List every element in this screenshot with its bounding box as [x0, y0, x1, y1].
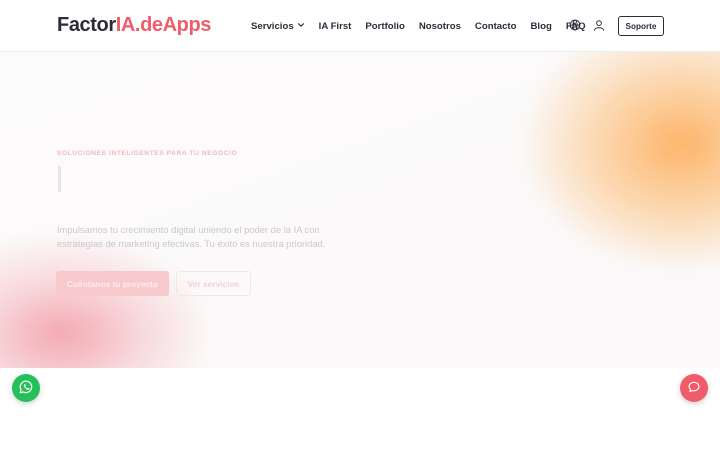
whatsapp-button[interactable]: [12, 374, 40, 402]
nav-item-servicios-label: Servicios: [251, 20, 294, 32]
chat-button[interactable]: [680, 374, 708, 402]
whatsapp-icon: [18, 379, 34, 398]
hero-description: Impulsamos tu crecimiento digital uniend…: [57, 224, 326, 249]
nav-item-nosotros[interactable]: Nosotros: [419, 21, 461, 32]
nav-item-blog[interactable]: Blog: [531, 21, 552, 32]
logo-text-primary: Factor: [57, 14, 116, 36]
chevron-down-icon: [297, 21, 305, 32]
nav-item-portfolio[interactable]: Portfolio: [365, 21, 404, 32]
hero-eyebrow: SOLUCIONES INTELIGENTES PARA TU NEGOCIO: [57, 150, 238, 157]
nav-item-contacto[interactable]: Contacto: [475, 21, 517, 32]
user-icon[interactable]: [593, 18, 607, 32]
site-logo[interactable]: FactorIA.deApps: [57, 14, 211, 37]
cta-project-button[interactable]: Cuéntanos tu proyecto: [56, 271, 169, 296]
chat-bubble-icon: [687, 380, 701, 397]
nav-item-ia-first[interactable]: IA First: [319, 21, 352, 32]
hero-section: SOLUCIONES INTELIGENTES PARA TU NEGOCIO …: [0, 52, 720, 368]
main-nav: Servicios IA First Portfolio Nosotros Co…: [251, 0, 600, 52]
logo-text-accent: IA.deApps: [115, 14, 212, 36]
site-header: FactorIA.deApps Servicios IA First Portf…: [0, 0, 720, 52]
nav-item-servicios[interactable]: Servicios: [251, 21, 305, 32]
hero-haze-overlay: [0, 52, 720, 368]
cta-services-button[interactable]: Ver servicios: [176, 271, 251, 296]
globe-icon[interactable]: [569, 18, 583, 32]
typing-cursor: [58, 166, 61, 192]
support-button[interactable]: Soporte: [618, 16, 664, 36]
